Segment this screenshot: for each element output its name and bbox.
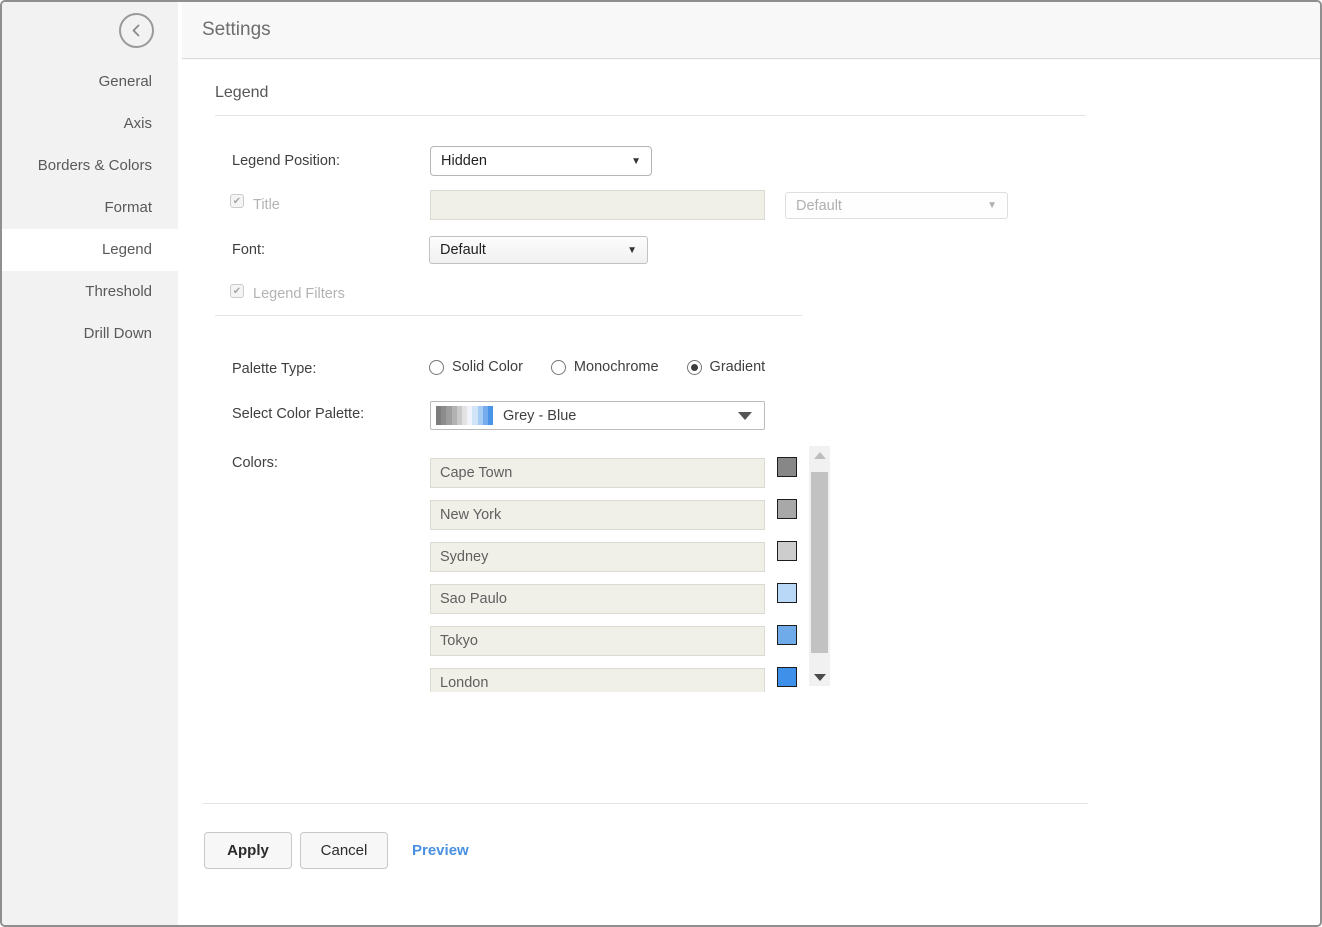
- title-font-select[interactable]: Default ▼: [785, 192, 1008, 219]
- footer-divider: [203, 803, 1088, 804]
- chevron-down-icon: ▼: [631, 156, 641, 167]
- chevron-down-icon: [738, 412, 752, 420]
- section-title: Legend: [215, 84, 268, 102]
- title-font-value: Default: [796, 198, 842, 214]
- color-swatch[interactable]: [777, 583, 797, 603]
- chevron-down-icon: ▼: [987, 200, 997, 211]
- sidebar-item-general[interactable]: General: [2, 61, 178, 103]
- color-row: [430, 626, 782, 656]
- radio-label: Gradient: [710, 359, 766, 375]
- color-palette-select[interactable]: Grey - Blue: [430, 401, 765, 430]
- back-button[interactable]: [119, 13, 154, 48]
- scroll-down-button[interactable]: [809, 668, 830, 686]
- sidebar-item-drill-down[interactable]: Drill Down: [2, 313, 178, 355]
- sidebar: GeneralAxisBorders & ColorsFormatLegendT…: [2, 2, 178, 925]
- series-name-input[interactable]: [430, 458, 765, 488]
- colors-scrollbar[interactable]: [809, 446, 830, 686]
- color-row: [430, 668, 782, 692]
- radio-icon: [429, 360, 444, 375]
- legend-position-label: Legend Position:: [232, 153, 340, 169]
- chevron-left-icon: [130, 24, 143, 37]
- radio-gradient[interactable]: Gradient: [687, 359, 766, 375]
- scrollbar-thumb[interactable]: [811, 472, 828, 653]
- color-palette-label: Select Color Palette:: [232, 406, 364, 422]
- triangle-up-icon: [814, 452, 826, 459]
- legend-position-value: Hidden: [441, 153, 487, 169]
- sidebar-item-format[interactable]: Format: [2, 187, 178, 229]
- palette-gradient-swatch: [436, 406, 493, 425]
- color-swatch[interactable]: [777, 625, 797, 645]
- apply-button[interactable]: Apply: [204, 832, 292, 869]
- preview-link[interactable]: Preview: [412, 842, 469, 859]
- legend-filters-label: Legend Filters: [253, 286, 345, 302]
- scroll-up-button[interactable]: [809, 446, 830, 464]
- colors-list: [430, 452, 782, 692]
- sidebar-item-legend[interactable]: Legend: [2, 229, 178, 271]
- chevron-down-icon: ▼: [627, 245, 637, 256]
- series-name-input[interactable]: [430, 626, 765, 656]
- colors-label: Colors:: [232, 455, 278, 471]
- color-swatch[interactable]: [777, 457, 797, 477]
- font-label: Font:: [232, 242, 265, 258]
- color-swatch[interactable]: [777, 667, 797, 687]
- sidebar-item-borders-colors[interactable]: Borders & Colors: [2, 145, 178, 187]
- font-value: Default: [440, 242, 486, 258]
- title-checkbox[interactable]: ✔: [230, 194, 244, 208]
- sidebar-nav: GeneralAxisBorders & ColorsFormatLegendT…: [2, 61, 178, 355]
- page-title: Settings: [202, 19, 271, 41]
- sidebar-item-axis[interactable]: Axis: [2, 103, 178, 145]
- font-select[interactable]: Default ▼: [429, 236, 648, 264]
- cancel-button[interactable]: Cancel: [300, 832, 388, 869]
- mid-divider: [215, 315, 802, 316]
- color-row: [430, 584, 782, 614]
- section-divider: [215, 115, 1086, 116]
- header-bar: Settings: [182, 2, 1320, 59]
- color-row: [430, 500, 782, 530]
- gradient-step: [488, 406, 493, 425]
- radio-label: Monochrome: [574, 359, 659, 375]
- color-swatch[interactable]: [777, 541, 797, 561]
- color-palette-value: Grey - Blue: [503, 408, 576, 424]
- legend-title-input[interactable]: [430, 190, 765, 220]
- radio-label: Solid Color: [452, 359, 523, 375]
- series-name-input[interactable]: [430, 500, 765, 530]
- legend-filters-checkbox[interactable]: ✔: [230, 284, 244, 298]
- palette-type-label: Palette Type:: [232, 361, 316, 377]
- sidebar-item-threshold[interactable]: Threshold: [2, 271, 178, 313]
- color-row: [430, 542, 782, 572]
- legend-position-select[interactable]: Hidden ▼: [430, 146, 652, 176]
- settings-window: GeneralAxisBorders & ColorsFormatLegendT…: [0, 0, 1322, 927]
- triangle-down-icon: [814, 674, 826, 681]
- series-name-input[interactable]: [430, 542, 765, 572]
- color-swatch[interactable]: [777, 499, 797, 519]
- series-name-input[interactable]: [430, 584, 765, 614]
- title-checkbox-label: Title: [253, 197, 280, 213]
- radio-monochrome[interactable]: Monochrome: [551, 359, 659, 375]
- color-row: [430, 458, 782, 488]
- series-name-input[interactable]: [430, 668, 765, 692]
- main-panel: Legend Legend Position: Hidden ▼ ✔ Title…: [179, 60, 1320, 925]
- palette-type-radio-group: Solid Color Monochrome Gradient: [429, 359, 793, 375]
- radio-icon: [551, 360, 566, 375]
- radio-solid-color[interactable]: Solid Color: [429, 359, 523, 375]
- radio-selected-icon: [687, 360, 702, 375]
